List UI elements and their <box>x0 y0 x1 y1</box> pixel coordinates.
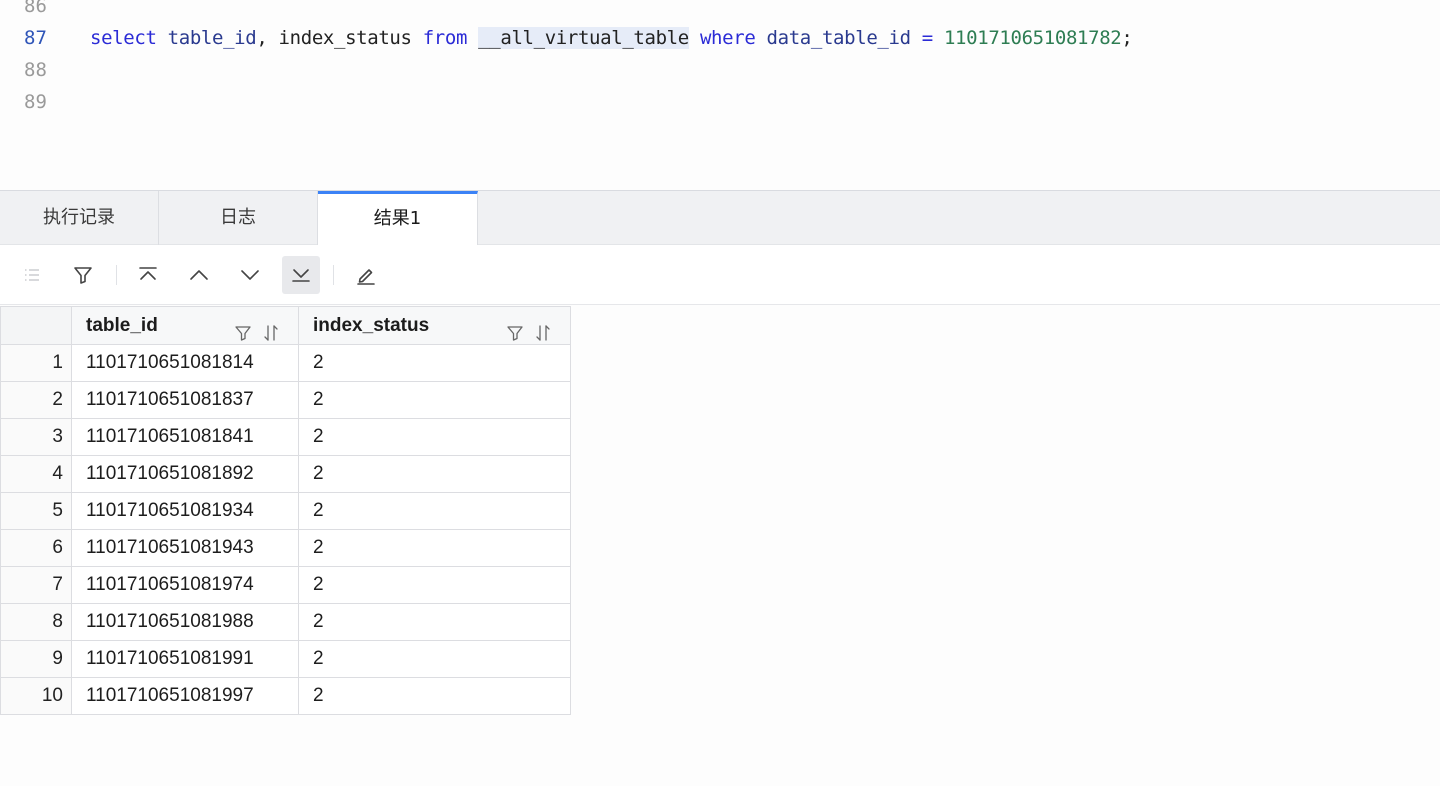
row-number: 8 <box>0 603 72 641</box>
cell-index-status[interactable]: 2 <box>298 640 571 678</box>
toolbar-divider <box>116 265 117 285</box>
sort-icon[interactable] <box>534 324 552 342</box>
last-page-icon <box>292 269 310 282</box>
cell-index-status[interactable]: 2 <box>298 529 571 567</box>
column-token: index_status <box>278 27 412 49</box>
cell-table-id[interactable]: 1101710651081892 <box>71 455 299 493</box>
row-number: 7 <box>0 566 72 604</box>
cell-index-status[interactable]: 2 <box>298 566 571 604</box>
cell-table-id[interactable]: 1101710651081997 <box>71 677 299 715</box>
table-row[interactable]: 3 1101710651081841 2 <box>0 418 571 456</box>
cell-table-id[interactable]: 1101710651081841 <box>71 418 299 456</box>
row-number: 5 <box>0 492 72 530</box>
sort-icon[interactable] <box>262 324 280 342</box>
number-literal: 1101710651081782 <box>943 27 1122 49</box>
operator-token: = <box>921 27 933 49</box>
editor-line: 86 <box>0 0 1440 22</box>
result-toolbar <box>0 245 1440 305</box>
row-number: 6 <box>0 529 72 567</box>
result-table: table_id index_status 1 1101710651081814… <box>0 306 571 715</box>
comma-token: , <box>256 27 268 49</box>
column-token: data_table_id <box>766 27 912 49</box>
row-number: 4 <box>0 455 72 493</box>
editor-line: 88 <box>0 54 1440 86</box>
toolbar-divider <box>333 265 334 285</box>
cell-table-id[interactable]: 1101710651081991 <box>71 640 299 678</box>
table-token: __all_virtual_table <box>478 27 689 49</box>
row-number: 10 <box>0 677 72 715</box>
filter-button[interactable] <box>64 256 102 294</box>
line-number: 89 <box>24 91 47 113</box>
column-header-label: table_id <box>86 314 158 336</box>
cell-index-status[interactable]: 2 <box>298 603 571 641</box>
last-page-button[interactable] <box>282 256 320 294</box>
cell-index-status[interactable]: 2 <box>298 677 571 715</box>
edit-button[interactable] <box>347 256 385 294</box>
table-row[interactable]: 7 1101710651081974 2 <box>0 566 571 604</box>
filter-icon[interactable] <box>234 324 252 342</box>
corner-cell[interactable] <box>0 306 72 345</box>
line-number: 86 <box>24 0 47 17</box>
cell-table-id[interactable]: 1101710651081974 <box>71 566 299 604</box>
tab-execution-history[interactable]: 执行记录 <box>0 191 159 245</box>
cell-table-id[interactable]: 1101710651081814 <box>71 344 299 382</box>
line-number: 88 <box>24 59 47 81</box>
table-row[interactable]: 4 1101710651081892 2 <box>0 455 571 493</box>
cell-index-status[interactable]: 2 <box>298 455 571 493</box>
sql-statement[interactable]: select table_id, index_status from __all… <box>90 22 1133 54</box>
result-tabbar: 执行记录 日志 结果1 <box>0 190 1440 245</box>
table-row[interactable]: 6 1101710651081943 2 <box>0 529 571 567</box>
keyword-select: select <box>90 27 157 49</box>
cell-index-status[interactable]: 2 <box>298 381 571 419</box>
list-icon <box>25 269 39 281</box>
keyword-from: from <box>422 27 468 49</box>
cell-table-id[interactable]: 1101710651081943 <box>71 529 299 567</box>
cell-index-status[interactable]: 2 <box>298 344 571 382</box>
column-header-label: index_status <box>313 314 430 336</box>
table-row[interactable]: 5 1101710651081934 2 <box>0 492 571 530</box>
editor-line-active[interactable]: 87 select table_id, index_status from __… <box>0 22 1440 54</box>
tab-log[interactable]: 日志 <box>159 191 318 245</box>
cell-index-status[interactable]: 2 <box>298 418 571 456</box>
first-page-button[interactable] <box>129 256 167 294</box>
prev-page-button[interactable] <box>180 256 218 294</box>
row-number: 3 <box>0 418 72 456</box>
keyword-where: where <box>699 27 756 49</box>
edit-icon <box>357 269 375 285</box>
cell-index-status[interactable]: 2 <box>298 492 571 530</box>
column-header-table-id[interactable]: table_id <box>71 306 299 345</box>
table-row[interactable]: 10 1101710651081997 2 <box>0 677 571 715</box>
cell-table-id[interactable]: 1101710651081988 <box>71 603 299 641</box>
table-row[interactable]: 1 1101710651081814 2 <box>0 344 571 382</box>
filter-icon <box>74 267 92 284</box>
row-number: 9 <box>0 640 72 678</box>
table-row[interactable]: 2 1101710651081837 2 <box>0 381 571 419</box>
table-header-row: table_id index_status <box>0 306 571 345</box>
first-page-icon <box>139 267 157 280</box>
list-button[interactable] <box>13 256 51 294</box>
tab-result-1[interactable]: 结果1 <box>318 191 478 245</box>
row-number: 1 <box>0 344 72 382</box>
next-page-button[interactable] <box>231 256 269 294</box>
column-header-index-status[interactable]: index_status <box>298 306 571 345</box>
table-row[interactable]: 9 1101710651081991 2 <box>0 640 571 678</box>
cell-table-id[interactable]: 1101710651081934 <box>71 492 299 530</box>
column-token: table_id <box>167 27 257 49</box>
table-row[interactable]: 8 1101710651081988 2 <box>0 603 571 641</box>
row-number: 2 <box>0 381 72 419</box>
sql-workbench: 86 87 select table_id, index_status from… <box>0 0 1440 786</box>
editor-line: 89 <box>0 86 1440 118</box>
line-number: 87 <box>24 27 47 49</box>
next-page-icon <box>241 270 259 280</box>
filter-icon[interactable] <box>506 324 524 342</box>
cell-table-id[interactable]: 1101710651081837 <box>71 381 299 419</box>
prev-page-icon <box>190 270 208 280</box>
sql-editor[interactable]: 86 87 select table_id, index_status from… <box>0 0 1440 190</box>
semicolon-token: ; <box>1121 27 1133 49</box>
